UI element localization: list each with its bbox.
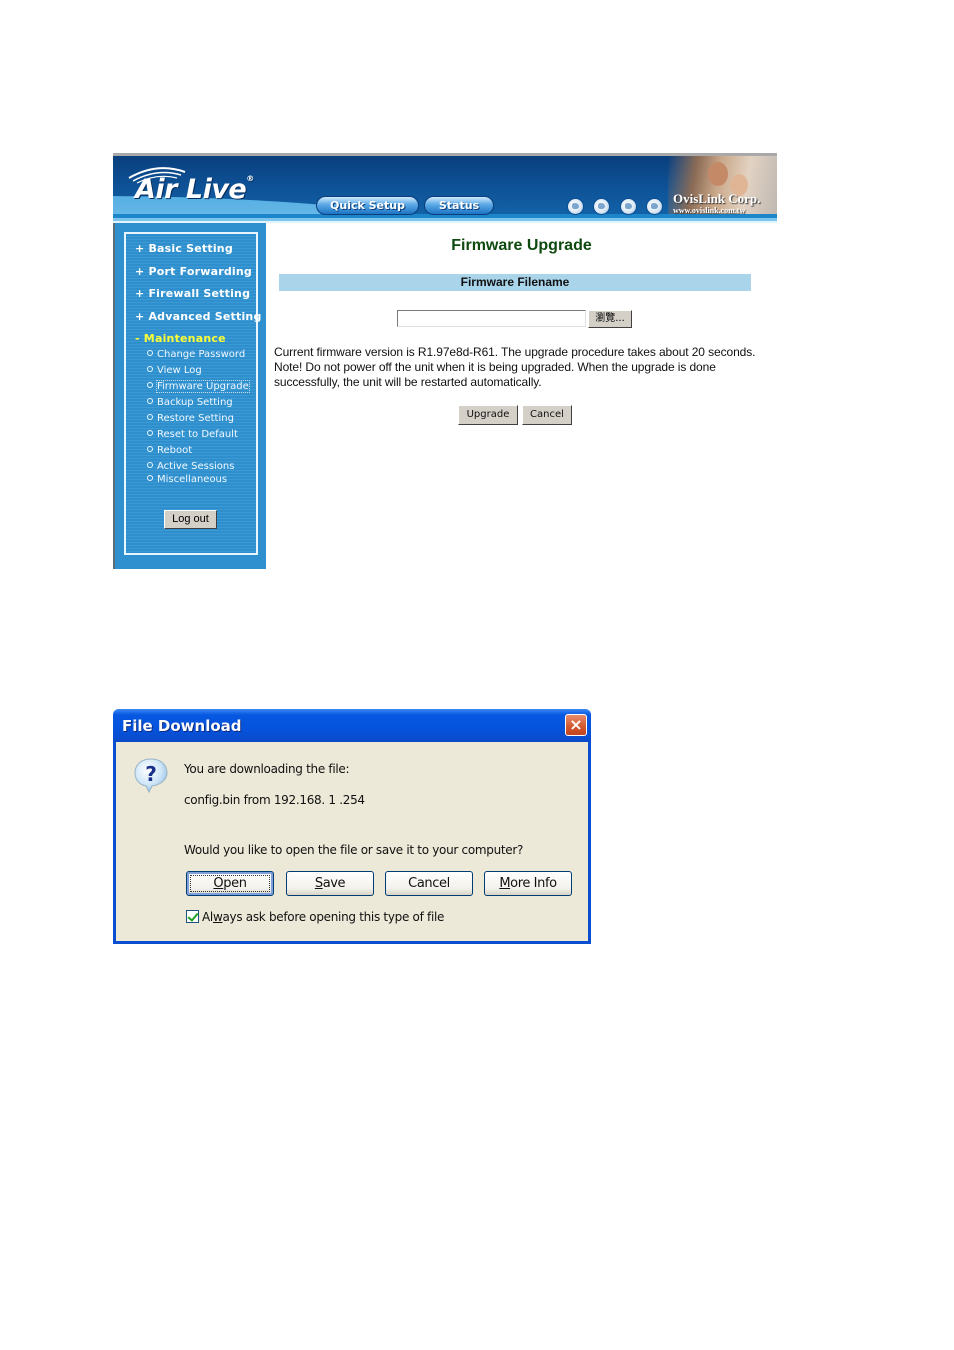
sidebar-item-firewall-setting[interactable]: + Firewall Setting xyxy=(135,287,250,300)
always-ask-checkbox[interactable]: Always ask before opening this type of f… xyxy=(186,910,444,924)
sidebar: + Basic Setting + Port Forwarding + Fire… xyxy=(113,223,266,569)
dialog-cancel-button[interactable]: Cancel xyxy=(385,871,473,896)
submenu-label: Active Sessions xyxy=(157,461,235,472)
button-label: ave xyxy=(322,876,346,891)
submenu-label: Change Password xyxy=(157,349,246,360)
download-question: Would you like to open the file or save … xyxy=(184,843,524,857)
submenu-active-sessions[interactable]: Active Sessions xyxy=(147,461,234,472)
submenu-miscellaneous[interactable]: Miscellaneous xyxy=(147,474,227,485)
firmware-file-input[interactable] xyxy=(397,310,586,327)
router-admin-page: Air Live® Quick Setup Status OvisLink Co… xyxy=(113,153,777,569)
bullet-icon xyxy=(147,382,153,388)
mnemonic: S xyxy=(314,876,323,891)
open-button[interactable]: Open xyxy=(186,871,274,896)
download-file-info: config.bin from 192.168. 1 .254 xyxy=(184,793,365,807)
checkbox-checked-icon[interactable] xyxy=(186,910,199,923)
bullet-icon xyxy=(147,430,153,436)
submenu-label: Restore Setting xyxy=(157,413,234,424)
bullet-icon xyxy=(147,446,153,452)
page-title: Firmware Upgrade xyxy=(451,237,592,254)
logo-text: Air Live xyxy=(135,174,247,205)
submenu-backup-setting[interactable]: Backup Setting xyxy=(147,397,233,408)
globe-icon xyxy=(646,198,663,215)
close-icon[interactable]: × xyxy=(565,714,587,736)
airlive-logo: Air Live® xyxy=(135,174,254,205)
logout-button[interactable]: Log out xyxy=(164,510,217,529)
corp-url: www.ovislink.com.tw xyxy=(673,206,746,215)
sidebar-item-maintenance[interactable]: - Maintenance xyxy=(135,332,226,345)
submenu-label: Firmware Upgrade xyxy=(156,380,250,393)
download-message: You are downloading the file: xyxy=(184,762,350,776)
globe-icon xyxy=(593,198,610,215)
firmware-description: Current firmware version is R1.97e8d-R61… xyxy=(274,345,756,389)
button-label: pen xyxy=(223,876,247,891)
sidebar-item-basic-setting[interactable]: + Basic Setting xyxy=(135,242,233,255)
mnemonic: O xyxy=(213,876,224,891)
sidebar-item-port-forwarding[interactable]: + Port Forwarding xyxy=(135,265,252,278)
submenu-label: View Log xyxy=(157,365,202,376)
question-icon: ? xyxy=(134,758,168,793)
header-banner: Air Live® Quick Setup Status OvisLink Co… xyxy=(113,153,777,223)
file-download-dialog: File Download × ? You are downloading th… xyxy=(113,709,591,944)
main-content: Firmware Upgrade Firmware Filename 瀏覽...… xyxy=(266,223,777,569)
submenu-change-password[interactable]: Change Password xyxy=(147,349,245,360)
bullet-icon xyxy=(147,366,153,372)
submenu-label: Backup Setting xyxy=(157,397,233,408)
submenu-reset-to-default[interactable]: Reset to Default xyxy=(147,429,238,440)
submenu-label: Miscellaneous xyxy=(157,474,228,485)
upgrade-button[interactable]: Upgrade xyxy=(458,405,518,425)
save-button[interactable]: Save xyxy=(286,871,374,896)
submenu-firmware-upgrade[interactable]: Firmware Upgrade xyxy=(147,380,250,393)
bullet-icon xyxy=(147,350,153,356)
submenu-label: Reboot xyxy=(157,445,193,456)
bullet-icon xyxy=(147,462,153,468)
globe-icon xyxy=(567,198,584,215)
submenu-restore-setting[interactable]: Restore Setting xyxy=(147,413,234,424)
mnemonic: M xyxy=(499,876,511,891)
svg-text:?: ? xyxy=(145,762,157,786)
bullet-icon xyxy=(147,475,153,481)
quick-setup-button[interactable]: Quick Setup xyxy=(316,196,419,215)
dialog-title: File Download xyxy=(122,717,242,735)
dialog-titlebar[interactable]: File Download × xyxy=(113,709,591,742)
more-info-button[interactable]: More Info xyxy=(484,871,572,896)
checkbox-label: ays ask before opening this type of file xyxy=(222,910,445,924)
submenu-label: Reset to Default xyxy=(157,429,238,440)
photo-person xyxy=(708,162,728,186)
sidebar-menu: + Basic Setting + Port Forwarding + Fire… xyxy=(124,232,261,555)
sidebar-item-advanced-setting[interactable]: + Advanced Setting xyxy=(135,310,262,323)
globe-icon xyxy=(620,198,637,215)
cancel-button[interactable]: Cancel xyxy=(522,405,572,425)
submenu-reboot[interactable]: Reboot xyxy=(147,445,192,456)
checkbox-label: Al xyxy=(202,910,213,924)
submenu-view-log[interactable]: View Log xyxy=(147,365,202,376)
corp-name: OvisLink Corp. xyxy=(673,191,761,206)
browse-button[interactable]: 瀏覽... xyxy=(588,310,632,328)
bullet-icon xyxy=(147,414,153,420)
status-button[interactable]: Status xyxy=(424,196,494,215)
registered-mark: ® xyxy=(246,174,254,183)
section-header: Firmware Filename xyxy=(279,274,751,291)
button-label: ore Info xyxy=(510,876,557,891)
bullet-icon xyxy=(147,398,153,404)
